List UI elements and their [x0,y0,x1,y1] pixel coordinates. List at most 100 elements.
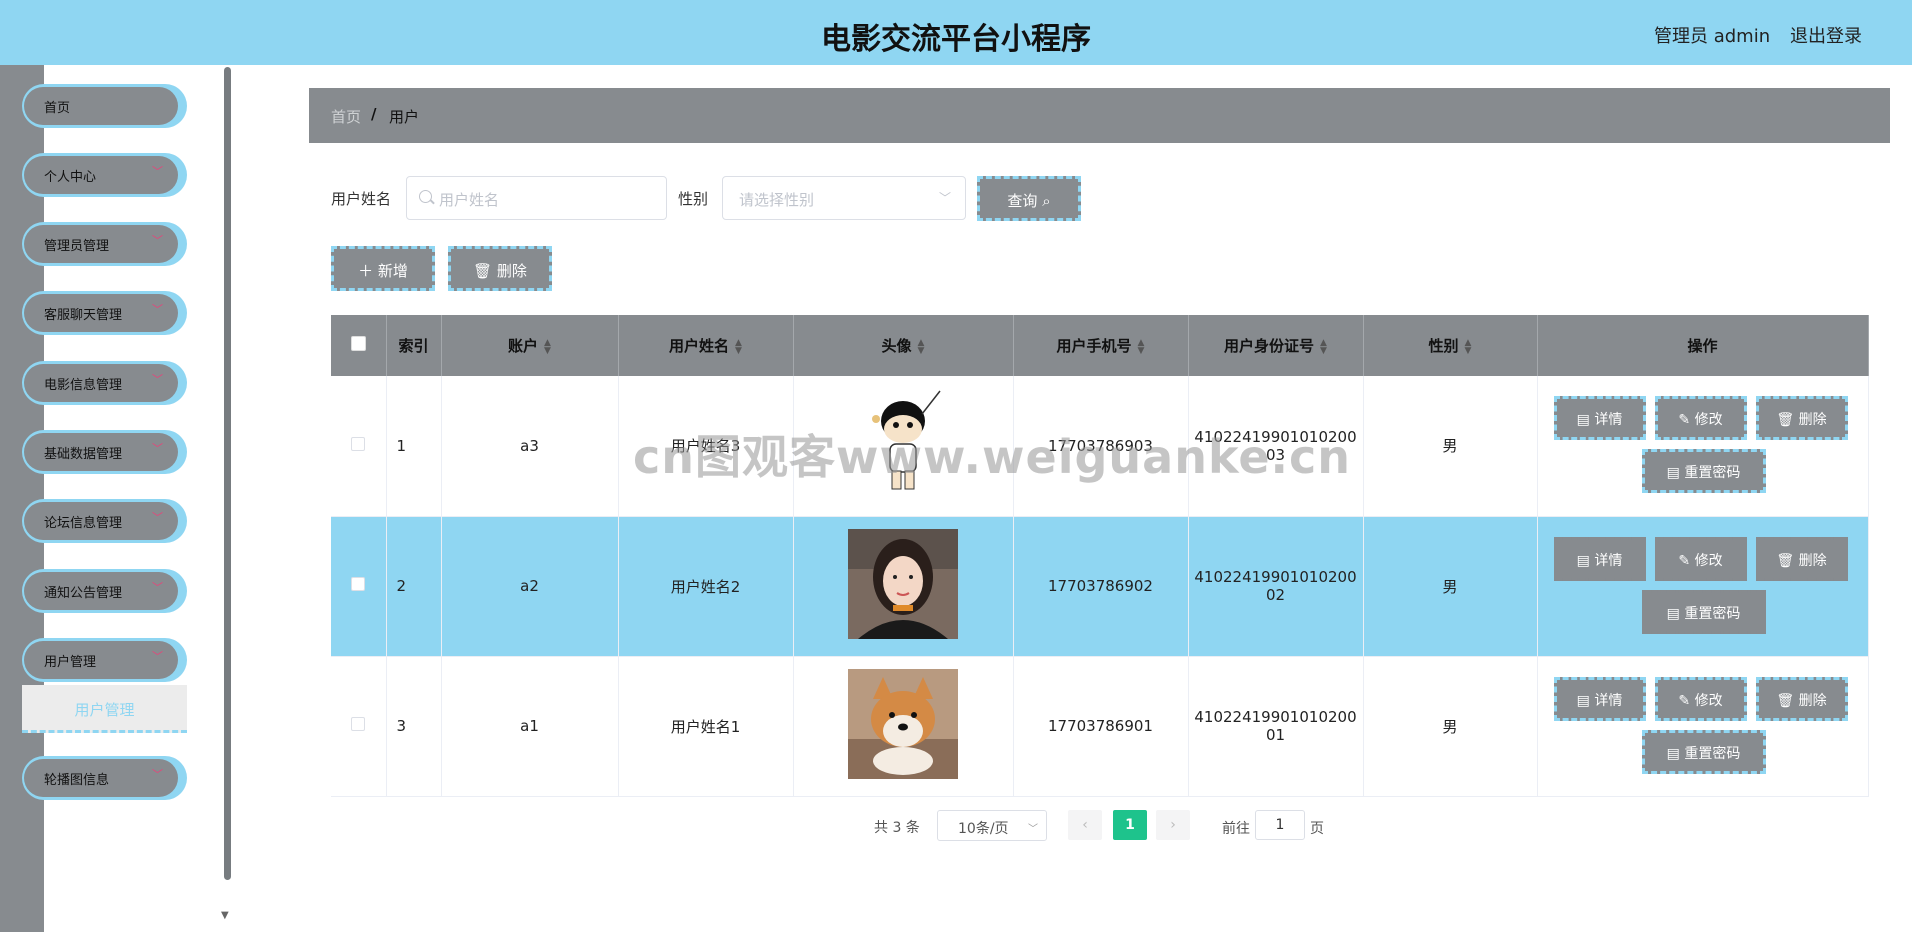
query-button[interactable]: 查询 ⌕ [977,176,1081,221]
document-icon: ▤ [1576,552,1590,569]
cell-index: 3 [386,656,442,797]
sidebar-item-chat-management[interactable]: 客服聊天管理 ﹀ [22,291,187,335]
sidebar-item-label: 管理员管理 [44,239,110,254]
sort-icon[interactable]: ▲ ▼ [918,338,925,355]
pencil-icon: ✎ [1678,412,1691,428]
row-checkbox[interactable] [351,577,366,591]
reset-password-button[interactable]: ▤ 重置密码 [1641,449,1766,493]
sidebar-item-user-management[interactable]: 用户管理 ﹀ [22,638,187,682]
delete-button[interactable]: 🗑 删除 [1755,396,1848,440]
plus-icon: ＋ [358,262,374,280]
cell-phone: 17703786901 [1013,656,1189,797]
column-header-actions: 操作 [1537,315,1869,376]
goto-unit-label: 页 [1310,821,1324,837]
column-header-avatar[interactable]: 头像 ▲ ▼ [793,315,1014,376]
breadcrumb-current: 用户 [389,108,420,126]
chevron-down-icon: ﹀ [938,191,951,205]
edit-button[interactable]: ✎ 修改 [1654,536,1747,581]
goto-label: 前往 [1222,821,1250,837]
detail-button[interactable]: ▤ 详情 [1553,676,1646,721]
delete-button[interactable]: 🗑 删除 [1755,676,1848,721]
select-all-checkbox[interactable] [350,336,366,351]
reset-password-button[interactable]: ▤ 重置密码 [1641,729,1766,774]
page-size-select[interactable]: 10条/页 ﹀ [937,810,1047,841]
cell-name: 用户姓名2 [618,516,794,657]
page-number-current[interactable]: 1 [1113,810,1147,840]
sidebar-item-admin-management[interactable]: 管理员管理 ﹀ [22,222,187,266]
chevron-down-icon: ﹀ [152,165,163,178]
prev-page-button[interactable]: ‹ [1068,810,1102,840]
sidebar-item-base-data[interactable]: 基础数据管理 ﹀ [22,430,187,474]
detail-button[interactable]: ▤ 详情 [1553,396,1646,440]
column-header-phone[interactable]: 用户手机号 ▲ ▼ [1013,315,1189,376]
sidebar-item-forum-management[interactable]: 论坛信息管理 ﹀ [22,499,187,543]
detail-button[interactable]: ▤ 详情 [1553,536,1646,581]
chevron-down-icon: ﹀ [152,768,163,781]
search-icon: ⌕ [1042,192,1051,210]
app-title: 电影交流平台小程序 [821,22,1091,57]
name-input-placeholder: 用户姓名 [439,191,500,209]
row-checkbox[interactable] [351,717,366,731]
sidebar-item-movie-management[interactable]: 电影信息管理 ﹀ [22,361,187,405]
bulk-delete-button[interactable]: 🗑 删除 [448,246,552,291]
goto-page-input[interactable]: 1 [1255,810,1305,840]
sidebar-item-label: 通知公告管理 [44,586,123,601]
document-icon: ▤ [1666,465,1680,481]
search-icon [419,190,432,203]
sidebar-item-carousel[interactable]: 轮播图信息 ﹀ [22,756,187,800]
logout-link[interactable]: 退出登录 [1790,22,1862,48]
row-checkbox[interactable] [351,436,366,451]
sidebar-item-label: 首页 [44,101,71,116]
sort-icon[interactable]: ▲ ▼ [735,338,742,355]
edit-button[interactable]: ✎ 修改 [1654,676,1747,721]
table-row: 2 a2 用户姓名2 17703786902 41022419901010200… [331,516,1869,657]
cell-phone: 17703786902 [1013,516,1189,657]
document-icon: ▤ [1666,605,1680,622]
trash-icon: 🗑 [1776,412,1795,428]
pencil-icon: ✎ [1678,692,1691,709]
column-header-account[interactable]: 账户 ▲ ▼ [441,315,619,376]
sort-icon[interactable]: ▲ ▼ [1465,338,1472,355]
column-header-index: 索引 [386,315,442,376]
sidebar-item-home[interactable]: 首页 [22,84,187,128]
next-page-button[interactable]: › [1156,810,1190,840]
gender-label: 性别 [678,190,709,208]
edit-button[interactable]: ✎ 修改 [1654,396,1747,440]
sidebar-item-label: 客服聊天管理 [44,308,123,323]
avatar-dog-photo [848,669,958,779]
delete-button[interactable]: 🗑 删除 [1755,536,1848,581]
add-button[interactable]: ＋ 新增 [331,246,435,291]
sort-icon[interactable]: ▲ ▼ [1138,338,1145,355]
reset-password-button[interactable]: ▤ 重置密码 [1641,589,1766,634]
column-header-name[interactable]: 用户姓名 ▲ ▼ [618,315,794,376]
breadcrumb-separator: / [371,105,377,123]
sidebar-subitem-user-management[interactable]: 用户管理 [22,685,187,733]
user-table: 索引 账户 ▲ ▼ 用户姓名 ▲ ▼ 头像 ▲ ▼ 用户手机号 ▲ ▼ 用户身份证号 ▲ ▼ 性别 ▲… [331,315,1869,797]
sidebar-item-personal-center[interactable]: 个人中心 ﹀ [22,153,187,197]
chevron-down-icon: ﹀ [1028,824,1038,835]
gender-select[interactable]: 请选择性别 ﹀ [722,176,966,220]
trash-icon: 🗑 [1776,552,1795,569]
cell-avatar [793,656,1014,797]
sort-icon[interactable]: ▲ ▼ [1320,338,1327,355]
column-header-gender[interactable]: 性别 ▲ ▼ [1363,315,1538,376]
top-header: 电影交流平台小程序 管理员 admin 退出登录 [0,0,1912,65]
sidebar-scrollbar-thumb[interactable] [224,67,231,880]
cell-id-number: 41022419901010200 02 [1188,516,1364,657]
cell-gender: 男 [1363,656,1538,797]
trash-icon: 🗑 [1776,692,1795,709]
sort-icon[interactable]: ▲ ▼ [544,338,551,355]
gender-select-placeholder: 请选择性别 [739,191,815,209]
breadcrumb-home[interactable]: 首页 [331,106,361,127]
chevron-left-icon: ‹ [1082,817,1088,833]
column-header-id-number[interactable]: 用户身份证号 ▲ ▼ [1188,315,1364,376]
document-icon: ▤ [1576,692,1590,709]
table-row: 3 a1 用户姓名1 17703786901 41022419901010200… [331,656,1869,797]
sidebar-item-notice-management[interactable]: 通知公告管理 ﹀ [22,569,187,613]
select-all-header[interactable] [331,315,387,376]
name-search-input[interactable]: 用户姓名 [406,176,667,220]
sidebar-subitem-label: 用户管理 [74,701,135,719]
cell-actions: ▤ 详情 ✎ 修改 🗑 删除 ▤ 重置密码 [1537,656,1869,797]
scroll-down-arrow-icon[interactable]: ▼ [221,910,229,921]
cell-actions: ▤ 详情 ✎ 修改 🗑 删除 ▤ 重置密码 [1537,376,1869,517]
